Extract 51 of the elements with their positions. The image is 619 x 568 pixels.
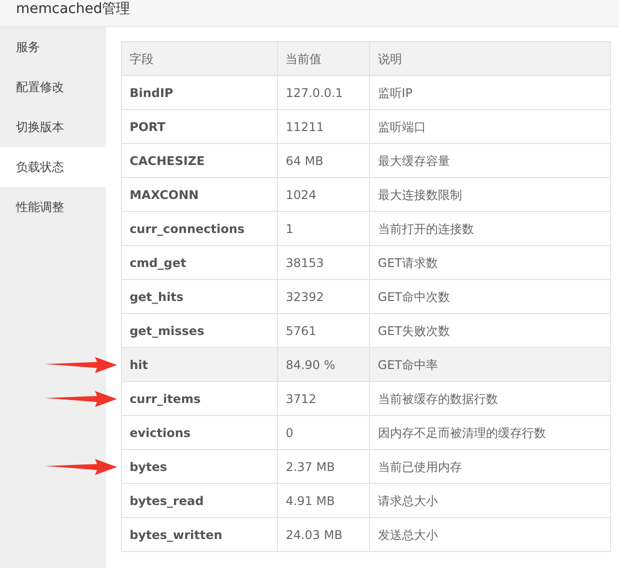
table-cell: 因内存不足而被清理的缓存行数 (378, 426, 546, 440)
table-cell: 1 (286, 222, 294, 236)
table-cell: 32392 (286, 290, 324, 304)
table-cell: 发送总大小 (378, 528, 438, 542)
table-cell: 当前已使用内存 (378, 460, 462, 474)
table-cell: cmd_get (130, 256, 186, 270)
table-cell: 监听端口 (378, 120, 426, 134)
table-cell: 2.37 MB (286, 460, 335, 474)
table-cell: 84.90 % (286, 358, 336, 372)
table-cell: MAXCONN (130, 188, 199, 202)
column-header: 说明 (378, 52, 402, 66)
table-cell: evictions (130, 426, 191, 440)
column-header: 当前值 (286, 52, 322, 66)
table-cell: 0 (286, 426, 294, 440)
table-cell: 4.91 MB (286, 494, 335, 508)
table-cell: 当前打开的连接数 (378, 222, 474, 236)
sidebar-item[interactable]: 配置修改 (0, 67, 106, 107)
table-cell: curr_connections (130, 222, 245, 236)
table-cell: BindIP (130, 86, 174, 100)
table-cell: hit (130, 358, 148, 372)
table-cell: get_misses (130, 324, 204, 338)
table-cell: GET请求数 (378, 256, 438, 270)
table-cell: GET失败次数 (378, 324, 450, 338)
table-cell: 64 MB (286, 154, 324, 168)
table-cell: 监听IP (378, 86, 413, 100)
table-cell: 1024 (286, 188, 316, 202)
column-header: 字段 (130, 52, 154, 66)
table-cell: 5761 (286, 324, 316, 338)
app-title: memcached管理 (16, 0, 130, 18)
table-cell: get_hits (130, 290, 184, 304)
sidebar-item[interactable]: 负载状态 (0, 147, 106, 187)
table-cell: 请求总大小 (378, 494, 438, 508)
table-cell: 3712 (286, 392, 316, 406)
table-cell: bytes (130, 460, 167, 474)
table-cell: bytes_read (130, 494, 204, 508)
table-cell: bytes_written (130, 528, 222, 542)
table-cell: 24.03 MB (286, 528, 342, 542)
table-cell: 最大连接数限制 (378, 188, 462, 202)
table-cell: GET命中次数 (378, 290, 450, 304)
table-cell: 最大缓存容量 (378, 154, 450, 168)
table-cell: curr_items (130, 392, 201, 406)
table-cell: GET命中率 (378, 358, 438, 372)
table-cell: 38153 (286, 256, 324, 270)
sidebar-item[interactable]: 切换版本 (0, 107, 106, 147)
sidebar-item[interactable]: 服务 (0, 27, 106, 67)
table-cell: CACHESIZE (130, 154, 205, 168)
table-cell: 当前被缓存的数据行数 (378, 392, 498, 406)
table-cell: 127.0.0.1 (286, 86, 343, 100)
table-cell: 11211 (286, 120, 324, 134)
sidebar-item[interactable]: 性能调整 (0, 187, 106, 227)
table-cell: PORT (130, 120, 166, 134)
